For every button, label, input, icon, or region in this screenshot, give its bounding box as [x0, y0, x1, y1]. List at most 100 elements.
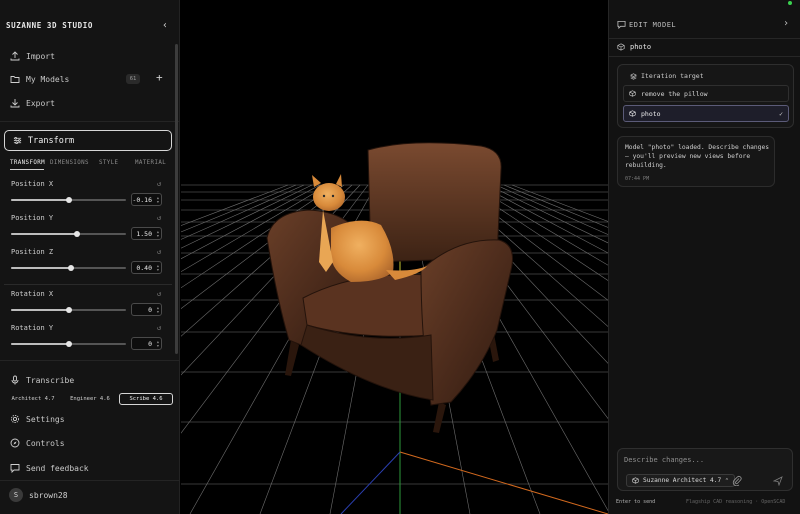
- position-x-slider[interactable]: [11, 197, 126, 203]
- divider: [0, 480, 180, 481]
- message-text: Model "photo" loaded. Describe changes —…: [625, 144, 770, 169]
- grid-line: [479, 184, 608, 254]
- edit-model-panel: EDIT MODEL › photo Iteration target remo…: [608, 0, 800, 514]
- nav-export[interactable]: Export: [10, 95, 55, 111]
- nav-send-feedback-label: Send feedback: [26, 463, 89, 473]
- iteration-target-title: Iteration target: [630, 72, 704, 80]
- rotation-y-label: Rotation Y: [11, 324, 54, 332]
- slider-thumb[interactable]: [67, 265, 74, 271]
- username[interactable]: sbrown28: [29, 491, 68, 500]
- rotation-x-slider[interactable]: [11, 307, 126, 313]
- describe-changes-input[interactable]: [624, 454, 784, 466]
- chat-bubble-icon: [617, 20, 626, 29]
- folder-icon: [10, 74, 20, 84]
- iteration-option-photo[interactable]: photo ✓: [623, 105, 789, 122]
- panel-header: EDIT MODEL ›: [609, 14, 800, 36]
- grid-line: [495, 184, 608, 235]
- slider-thumb[interactable]: [73, 231, 80, 237]
- slider-fill: [11, 309, 69, 311]
- status-indicator: [788, 1, 792, 5]
- reset-icon[interactable]: ↺: [157, 290, 161, 298]
- avatar[interactable]: S: [9, 488, 23, 502]
- nav-controls[interactable]: Controls: [10, 435, 65, 451]
- position-y-input[interactable]: 1.50 ▲ ▼: [131, 227, 162, 240]
- armchair-model: [266, 142, 513, 433]
- transform-button-label: Transform: [28, 135, 75, 146]
- compass-icon: [10, 438, 20, 448]
- stepper-icon[interactable]: ▲ ▼: [157, 230, 159, 238]
- rotation-x-input[interactable]: 0 ▲ ▼: [131, 303, 162, 316]
- nav-my-models-label: My Models: [26, 74, 70, 84]
- 3d-viewport[interactable]: [181, 0, 608, 514]
- reset-icon[interactable]: ↺: [157, 180, 161, 188]
- add-model-button[interactable]: +: [156, 72, 163, 84]
- tab-material[interactable]: MATERIAL: [135, 160, 166, 166]
- gear-icon: [10, 414, 20, 424]
- cube-icon: [617, 43, 625, 51]
- enter-to-send-hint: Enter to send: [616, 499, 656, 505]
- transcribe-model-engineer[interactable]: Engineer 4.6: [64, 393, 116, 405]
- assistant-message: Model "photo" loaded. Describe changes —…: [617, 136, 775, 187]
- chat-bubble-icon: [10, 463, 20, 473]
- stepper-icon[interactable]: ▲ ▼: [157, 264, 159, 272]
- reset-icon[interactable]: ↺: [157, 214, 161, 222]
- upload-icon: [10, 51, 20, 61]
- slider-thumb[interactable]: [65, 197, 72, 203]
- sidebar-scrollbar[interactable]: [175, 44, 178, 354]
- reset-icon[interactable]: ↺: [157, 324, 161, 332]
- chevron-up-icon: ⌃: [725, 477, 729, 484]
- stepper-icon[interactable]: ▲ ▼: [157, 306, 159, 314]
- nav-transcribe[interactable]: Transcribe: [10, 372, 74, 388]
- scene-canvas[interactable]: [181, 0, 608, 514]
- position-z-input[interactable]: 0.40 ▲ ▼: [131, 261, 162, 274]
- model-selector-label: Suzanne Architect 4.7: [643, 477, 722, 484]
- send-icon[interactable]: [773, 476, 783, 486]
- transcribe-model-architect[interactable]: Architect 4.7: [8, 393, 58, 405]
- position-x-input[interactable]: -0.16 ▲ ▼: [131, 193, 162, 206]
- divider: [0, 121, 180, 122]
- tab-dimensions[interactable]: DIMENSIONS: [50, 160, 89, 166]
- stepper-icon[interactable]: ▲ ▼: [157, 340, 159, 348]
- app-title: SUZANNE 3D STUDIO: [6, 21, 93, 30]
- slider-thumb[interactable]: [65, 307, 72, 313]
- stepper-icon[interactable]: ▲ ▼: [157, 196, 159, 204]
- rotation-y-slider[interactable]: [11, 341, 126, 347]
- nav-settings[interactable]: Settings: [10, 411, 65, 427]
- rotation-y-value: 0: [148, 339, 152, 348]
- paperclip-icon[interactable]: [732, 475, 742, 486]
- position-x-value: -0.16: [132, 195, 152, 204]
- layers-icon: [630, 72, 637, 80]
- position-y-value: 1.50: [136, 229, 152, 238]
- nav-import[interactable]: Import: [10, 48, 55, 64]
- current-model: photo: [617, 43, 651, 51]
- nav-transcribe-label: Transcribe: [26, 375, 75, 385]
- position-y-slider[interactable]: [11, 231, 126, 237]
- cube-icon: [629, 90, 636, 97]
- position-z-slider[interactable]: [11, 265, 126, 271]
- rotation-x-value: 0: [148, 305, 152, 314]
- model-selector[interactable]: Suzanne Architect 4.7 ⌃: [626, 474, 735, 487]
- position-z-label: Position Z: [11, 248, 54, 256]
- reset-icon[interactable]: ↺: [157, 248, 161, 256]
- rotation-x-label: Rotation X: [11, 290, 54, 298]
- nav-import-label: Import: [26, 51, 55, 61]
- nav-my-models[interactable]: My Models: [10, 71, 69, 87]
- transform-button[interactable]: Transform: [4, 130, 172, 151]
- divider: [0, 360, 180, 361]
- nav-send-feedback[interactable]: Send feedback: [10, 460, 89, 476]
- tab-style[interactable]: STYLE: [99, 160, 118, 166]
- transcribe-model-scribe[interactable]: Scribe 4.6: [119, 393, 173, 405]
- chevron-right-icon[interactable]: ›: [783, 18, 789, 29]
- download-icon: [10, 98, 20, 108]
- slider-thumb[interactable]: [65, 341, 72, 347]
- cube-icon: [632, 477, 639, 484]
- iteration-option-remove-pillow[interactable]: remove the pillow: [623, 85, 789, 102]
- active-tab-indicator: [10, 169, 44, 170]
- panel-title: EDIT MODEL: [629, 21, 677, 29]
- tab-transform[interactable]: TRANSFORM: [10, 160, 45, 166]
- slider-fill: [11, 199, 69, 201]
- axis-line-orange: [399, 451, 608, 514]
- grid-line: [511, 184, 608, 222]
- rotation-y-input[interactable]: 0 ▲ ▼: [131, 337, 162, 350]
- chevron-left-icon[interactable]: ‹: [160, 20, 170, 32]
